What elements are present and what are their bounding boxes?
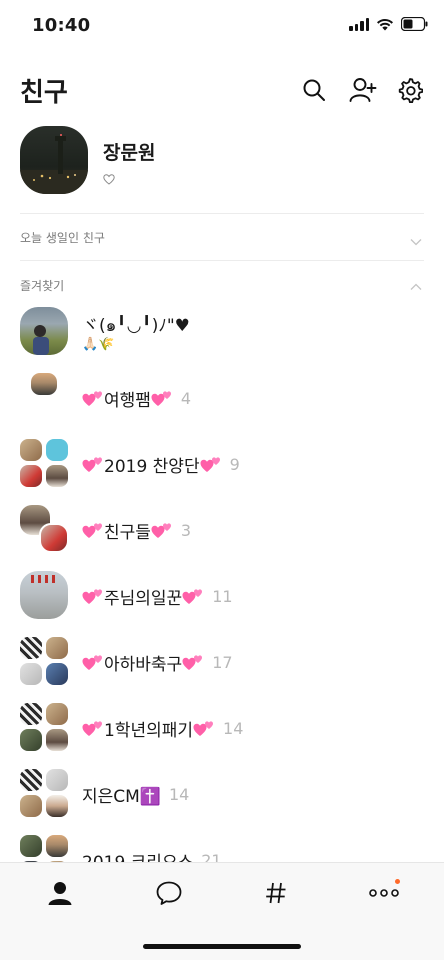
list-item[interactable]: 2019 찬양단 9 bbox=[20, 439, 424, 497]
home-indicator bbox=[143, 944, 301, 949]
member-count: 4 bbox=[180, 389, 192, 408]
tab-more-dots-icon[interactable] bbox=[364, 877, 404, 909]
wifi-icon bbox=[376, 17, 394, 31]
my-profile[interactable]: 장문원 bbox=[20, 126, 424, 196]
group-avatar bbox=[20, 769, 68, 817]
header: 친구 bbox=[0, 68, 444, 112]
two-hearts-icon bbox=[82, 720, 102, 736]
status-icons bbox=[349, 17, 428, 31]
heart-outline-icon[interactable] bbox=[103, 170, 115, 189]
notification-dot bbox=[395, 879, 400, 884]
chevron-up-icon bbox=[410, 276, 422, 295]
tab-hashtag-icon[interactable] bbox=[256, 877, 296, 909]
friend-avatar bbox=[20, 307, 68, 355]
page-title: 친구 bbox=[20, 78, 68, 108]
tab-friends-person-icon[interactable] bbox=[40, 877, 80, 909]
member-count: 17 bbox=[212, 653, 233, 672]
birthday-section-label: 오늘 생일인 친구 bbox=[20, 231, 105, 245]
group-name: 여행팸 4 bbox=[82, 386, 191, 411]
two-hearts-icon bbox=[82, 456, 102, 472]
two-hearts-icon bbox=[200, 456, 220, 472]
member-count: 14 bbox=[223, 719, 244, 738]
divider bbox=[20, 260, 424, 261]
profile-avatar bbox=[20, 126, 88, 194]
search-icon[interactable] bbox=[300, 76, 328, 104]
two-hearts-icon bbox=[182, 588, 203, 604]
member-count: 9 bbox=[229, 455, 240, 474]
favorites-section-header[interactable]: 즐겨찾기 bbox=[20, 274, 424, 296]
profile-name: 장문원 bbox=[103, 142, 156, 164]
list-item[interactable]: 주님의일꾼 11 bbox=[20, 571, 424, 629]
group-name: 2019 찬양단 9 bbox=[82, 452, 240, 477]
two-hearts-icon bbox=[82, 390, 102, 406]
group-name: 아하바축구 17 bbox=[82, 650, 233, 675]
divider bbox=[20, 213, 424, 214]
list-item[interactable]: 아하바축구 17 bbox=[20, 637, 424, 695]
two-hearts-icon bbox=[82, 654, 102, 670]
status-time: 10:40 bbox=[32, 15, 91, 36]
birthday-section-header[interactable]: 오늘 생일인 친구 bbox=[20, 226, 424, 248]
member-count: 3 bbox=[180, 521, 192, 540]
two-hearts-icon bbox=[151, 390, 171, 406]
settings-gear-icon[interactable] bbox=[396, 76, 424, 104]
group-name: 주님의일꾼 11 bbox=[82, 584, 233, 609]
tab-chats-bubble-icon[interactable] bbox=[149, 877, 189, 909]
two-hearts-icon bbox=[193, 720, 214, 736]
group-name: 친구들 3 bbox=[82, 518, 191, 543]
list-item[interactable]: 지은CM✝️ 14 bbox=[20, 769, 424, 827]
group-avatar bbox=[20, 637, 68, 685]
list-item[interactable]: 친구들 3 bbox=[20, 505, 424, 563]
status-bar: 10:40 bbox=[0, 0, 444, 54]
two-hearts-icon bbox=[151, 522, 171, 538]
add-friend-icon[interactable] bbox=[349, 76, 377, 104]
friend-status-message: 🙏🏻🌾 bbox=[82, 337, 115, 352]
list-item[interactable]: 1학년의패기 14 bbox=[20, 703, 424, 761]
friend-name: ヾ(๑╹◡╹)ﾉ"♥ bbox=[82, 316, 190, 336]
chevron-down-icon bbox=[410, 231, 422, 250]
list-item[interactable]: ヾ(๑╹◡╹)ﾉ"♥ 🙏🏻🌾 bbox=[20, 307, 424, 365]
signal-icon bbox=[349, 17, 369, 31]
battery-icon bbox=[401, 17, 428, 31]
favorites-section-label: 즐겨찾기 bbox=[20, 279, 65, 293]
group-avatar bbox=[20, 439, 68, 487]
group-avatar bbox=[20, 703, 68, 751]
group-name: 지은CM✝️ 14 bbox=[82, 785, 190, 807]
list-item[interactable]: 여행팸 4 bbox=[20, 373, 424, 431]
member-count: 11 bbox=[212, 587, 233, 606]
two-hearts-icon bbox=[182, 654, 203, 670]
group-avatar bbox=[20, 571, 68, 619]
member-count: 14 bbox=[169, 785, 190, 804]
group-name: 1학년의패기 14 bbox=[82, 716, 243, 741]
two-hearts-icon bbox=[82, 522, 102, 538]
two-hearts-icon bbox=[82, 588, 102, 604]
